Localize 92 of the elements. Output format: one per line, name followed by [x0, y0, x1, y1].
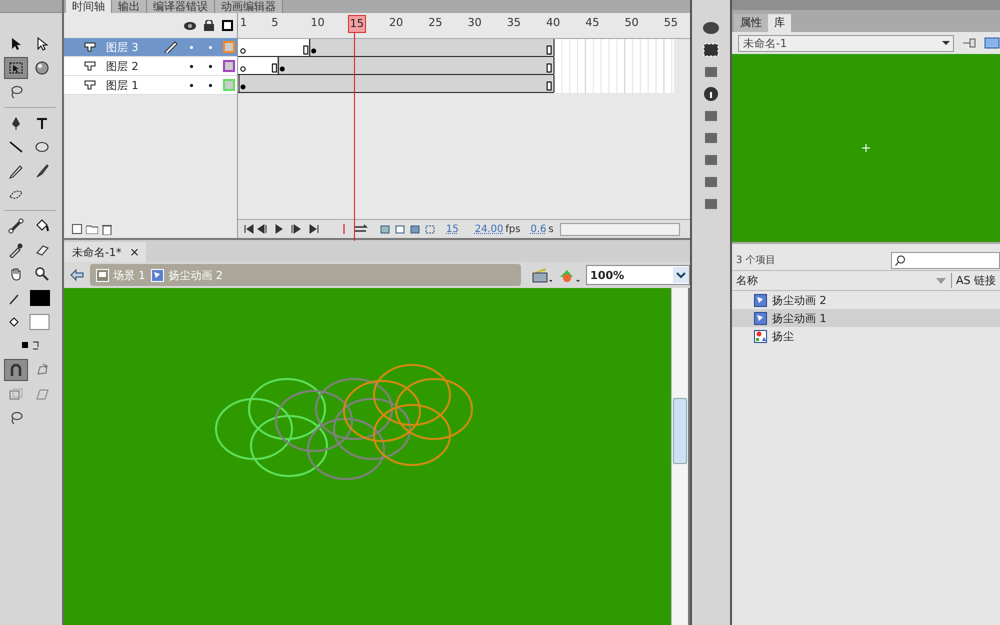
fill-color-icon — [8, 314, 52, 330]
library-item[interactable]: 扬尘 — [732, 327, 1000, 345]
transform-icon — [8, 60, 24, 76]
visibility-dot — [190, 84, 193, 86]
back-arrow-icon[interactable] — [70, 269, 84, 281]
text-tool-icon — [34, 115, 50, 131]
info-panel-icon[interactable] — [702, 86, 720, 102]
library-item-name: 扬尘动画 2 — [772, 292, 826, 308]
layer-name: 图层 3 — [106, 40, 140, 54]
layer-icon — [84, 42, 96, 52]
paint-bucket-icon — [34, 218, 50, 234]
layer-icon — [84, 61, 96, 71]
frame-number: 1 — [240, 16, 247, 29]
new-library-icon[interactable] — [984, 37, 1000, 49]
panel-tab[interactable]: 动画编辑器 — [215, 0, 283, 13]
frame-number: 30 — [468, 16, 482, 29]
document-title: 未命名-1* — [72, 244, 122, 260]
vertical-scrollbar[interactable] — [671, 288, 688, 625]
frame-number: 40 — [546, 16, 560, 29]
current-frame-field[interactable]: 15 — [446, 224, 459, 234]
horizontal-scrollbar[interactable] — [560, 222, 680, 236]
edit-scene-icon[interactable] — [530, 267, 552, 283]
lock-dot — [209, 64, 212, 68]
sphere-icon — [34, 60, 50, 76]
close-button[interactable]: × — [129, 245, 140, 259]
movie-clip-icon — [151, 268, 164, 282]
visibility-dot — [190, 46, 193, 48]
library-item-name: 扬尘动画 1 — [772, 310, 826, 326]
bone-icon — [8, 218, 24, 234]
dropdown-caret-icon — [672, 267, 689, 283]
frame-number: 45 — [585, 16, 600, 29]
search-field[interactable] — [891, 252, 1000, 268]
lock-icon — [204, 20, 214, 31]
trash-icon — [102, 224, 112, 234]
library-item[interactable]: 扬尘动画 2 — [732, 291, 1000, 309]
eyedropper-icon — [8, 242, 24, 258]
frame-number: 55 — [664, 16, 678, 29]
magnifier-icon — [34, 266, 50, 282]
frame-number: 20 — [389, 16, 404, 29]
eye-icon — [184, 20, 196, 30]
frame-rate-field[interactable]: 24.00 — [474, 224, 504, 234]
movie-clip-icon — [754, 312, 767, 324]
frame-number: 5 — [271, 16, 278, 29]
layer-name: 图层 1 — [106, 78, 140, 92]
panel-tab[interactable]: 输出 — [112, 0, 147, 13]
layer-row[interactable]: 图层 1 — [64, 76, 237, 95]
line-icon — [8, 139, 24, 155]
library-item[interactable]: 扬尘动画 1 — [732, 309, 1000, 327]
new-layer-icon — [72, 224, 82, 234]
oval-icon — [34, 139, 50, 155]
stroke-color-icon — [8, 290, 52, 306]
frame-number: 25 — [428, 16, 442, 29]
grid-panel-icon[interactable] — [702, 42, 720, 58]
transform-tool[interactable] — [4, 57, 28, 79]
frame-rate-unit: fps — [505, 224, 520, 234]
magnet-tool[interactable] — [4, 359, 28, 381]
layer-name: 图层 2 — [106, 58, 140, 74]
panel-header-bar — [0, 0, 62, 13]
zoom-select[interactable]: 100% — [586, 265, 690, 285]
column-title: 名称 — [736, 273, 758, 288]
lock-dot — [209, 46, 212, 48]
layer-row[interactable]: 图层 2 — [64, 57, 237, 76]
column-title: AS 链接 — [950, 273, 996, 288]
elapsed-time-field[interactable]: 0.6 — [530, 224, 546, 234]
frame-number: 50 — [624, 16, 639, 29]
time-unit: s — [548, 224, 554, 234]
crosshair-icon — [862, 144, 870, 152]
item-count: 3 个项目 — [736, 254, 776, 267]
panel-tab[interactable]: 属性 — [734, 14, 768, 32]
outline-icon — [222, 20, 233, 31]
pencil-icon — [8, 163, 24, 179]
search-icon — [895, 254, 906, 266]
scale-icon — [8, 386, 24, 402]
panel-tab[interactable]: 库 — [768, 14, 791, 32]
frame-number: 35 — [506, 16, 521, 29]
panel-tab[interactable]: 编译器错误 — [147, 0, 215, 13]
document-select[interactable]: 未命名-1 — [738, 34, 954, 52]
panel-tab[interactable]: 时间轴 — [66, 0, 112, 13]
pin-icon[interactable] — [962, 37, 976, 49]
frame-number: 10 — [310, 16, 325, 29]
folder-icon — [86, 224, 98, 234]
movie-clip-icon — [754, 294, 767, 306]
lock-dot — [209, 84, 212, 86]
visibility-dot — [190, 64, 193, 68]
magnet-icon — [8, 362, 24, 378]
brush-icon — [34, 163, 50, 179]
graphic-symbol-icon — [754, 330, 767, 342]
playhead[interactable]: 15 — [348, 15, 366, 33]
document-tab[interactable]: 未命名-1* × — [64, 242, 146, 262]
layer-icon — [84, 80, 96, 90]
library-item-name: 扬尘 — [772, 328, 794, 344]
scene-icon — [96, 268, 109, 282]
